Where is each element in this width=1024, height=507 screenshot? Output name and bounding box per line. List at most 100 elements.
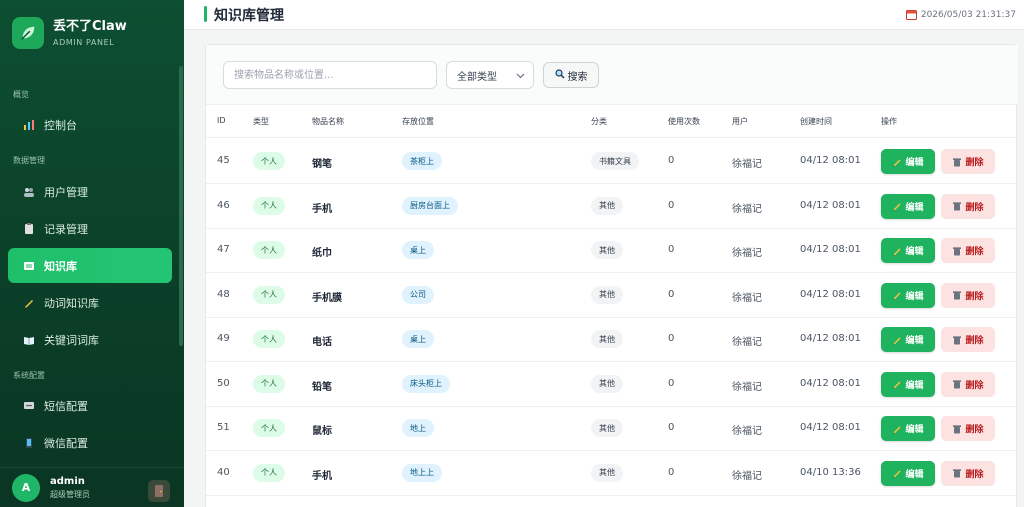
category-badge: 其他 [591, 463, 623, 482]
users-icon [22, 185, 36, 199]
cell-item-name: 手机膜 [312, 292, 342, 304]
delete-button[interactable]: 删除 [941, 416, 995, 441]
clipboard-icon [22, 222, 36, 236]
pencil-icon [892, 424, 902, 434]
sidebar-item-records[interactable]: 记录管理 [8, 211, 172, 246]
title-accent-bar [204, 6, 207, 22]
cell-uses: 0 [668, 377, 675, 389]
pencil-icon [892, 468, 902, 478]
table-row: 47 个人 纸巾 桌上 其他 0 徐福记 04/12 08:01 编辑 删除 [206, 228, 1018, 273]
location-badge: 茶柜上 [402, 152, 442, 170]
cell-id: 40 [217, 466, 230, 478]
cell-item-name: 鼠标 [312, 426, 332, 437]
cell-user: 徐福记 [732, 248, 762, 259]
pencil-icon [892, 201, 902, 211]
pencil-icon [892, 335, 902, 345]
col-actions: 操作 [881, 117, 897, 126]
type-badge: 个人 [253, 152, 285, 170]
cell-created: 04/12 08:01 [800, 199, 861, 211]
col-created: 创建时间 [800, 117, 832, 126]
delete-button[interactable]: 删除 [941, 193, 995, 219]
col-category: 分类 [591, 117, 607, 126]
type-badge: 个人 [253, 196, 285, 215]
pencil-icon [892, 246, 902, 256]
trash-icon [952, 468, 962, 478]
cell-user: 徐福记 [732, 381, 762, 393]
cell-id: 46 [217, 199, 230, 211]
sidebar-item-wechat[interactable]: 微信配置 [8, 425, 172, 460]
edit-button[interactable]: 编辑 [881, 460, 935, 486]
category-badge: 其他 [591, 196, 623, 215]
sidebar-item-label: 用户管理 [44, 185, 88, 199]
knowledge-panel: 全部类型 搜索 ID 类型 物品名称 存放位置 分类 使用次数 用户 创建时间 … [205, 44, 1018, 507]
door-icon [154, 482, 164, 501]
cell-uses: 0 [668, 244, 675, 255]
edit-label: 编辑 [905, 291, 924, 302]
sidebar: 丢不了Claw ADMIN PANEL 概览 控制台 数据管理 用户管理 记录管… [0, 0, 184, 507]
delete-label: 删除 [965, 469, 984, 480]
cell-user: 徐福记 [732, 203, 762, 215]
table-row: 49 个人 电话 桌上 其他 0 徐福记 04/12 08:01 编辑 删除 [206, 317, 1018, 362]
edit-button[interactable]: 编辑 [881, 193, 935, 219]
edit-button[interactable]: 编辑 [881, 327, 935, 352]
edit-button[interactable]: 编辑 [881, 149, 935, 174]
cell-uses: 0 [668, 333, 675, 344]
logout-button[interactable] [148, 480, 170, 502]
sidebar-item-users[interactable]: 用户管理 [8, 174, 172, 209]
type-badge: 个人 [253, 330, 285, 348]
sidebar-item-knowledge[interactable]: 知识库 [8, 248, 172, 283]
search-button[interactable]: 搜索 [543, 62, 599, 88]
delete-label: 删除 [965, 247, 984, 257]
location-badge: 床头柜上 [402, 374, 450, 393]
edit-button[interactable]: 编辑 [881, 371, 935, 397]
delete-label: 删除 [965, 202, 984, 213]
filter-toolbar: 全部类型 搜索 [206, 45, 1018, 105]
location-badge: 桌上 [402, 241, 434, 259]
book-icon [22, 259, 36, 273]
cell-id: 47 [217, 244, 230, 255]
delete-button[interactable]: 删除 [941, 149, 995, 174]
cell-item-name: 纸巾 [312, 248, 332, 259]
cell-created: 04/12 08:01 [800, 288, 861, 300]
datetime-display: 2026/05/03 21:31:37 [905, 9, 1016, 20]
sidebar-item-keywords[interactable]: 关键词词库 [8, 322, 172, 357]
sidebar-item-sms[interactable]: 短信配置 [8, 388, 172, 423]
search-input[interactable] [223, 61, 437, 89]
delete-button[interactable]: 删除 [941, 460, 995, 486]
cell-user: 徐福记 [732, 292, 762, 304]
delete-button[interactable]: 删除 [941, 282, 995, 308]
sidebar-item-verb-knowledge[interactable]: 动词知识库 [8, 285, 172, 320]
cell-id: 50 [217, 377, 230, 389]
sidebar-item-label: 知识库 [44, 259, 77, 273]
cell-created: 04/12 08:01 [800, 244, 861, 255]
user-profile: A admin 超级管理员 [0, 467, 184, 507]
pencil-icon [22, 296, 36, 310]
trash-icon [952, 290, 962, 300]
delete-button[interactable]: 删除 [941, 238, 995, 263]
cell-item-name: 手机 [312, 203, 332, 215]
edit-button[interactable]: 编辑 [881, 416, 935, 441]
table-row: 50 个人 铅笔 床头柜上 其他 0 徐福记 04/12 08:01 编辑 删除 [206, 362, 1018, 407]
category-badge: 其他 [591, 285, 623, 304]
avatar: A [12, 473, 40, 502]
sidebar-item-label: 控制台 [44, 118, 77, 132]
section-data: 数据管理 [13, 156, 45, 165]
delete-label: 删除 [965, 158, 984, 168]
delete-button[interactable]: 删除 [941, 327, 995, 352]
edit-button[interactable]: 编辑 [881, 238, 935, 263]
delete-button[interactable]: 删除 [941, 371, 995, 397]
cell-created: 04/12 08:01 [800, 155, 861, 166]
category-badge: 其他 [591, 330, 623, 348]
sidebar-scrollbar[interactable] [179, 66, 183, 346]
sidebar-item-dashboard[interactable]: 控制台 [8, 107, 172, 142]
edit-button[interactable]: 编辑 [881, 282, 935, 308]
edit-label: 编辑 [905, 425, 924, 435]
leaf-logo-icon [12, 17, 44, 49]
location-badge: 地上上 [402, 463, 442, 482]
cell-id: 48 [217, 288, 230, 300]
table-row: 48 个人 手机膜 公司 其他 0 徐福记 04/12 08:01 编辑 删除 [206, 273, 1018, 318]
location-badge: 桌上 [402, 330, 434, 348]
cell-user: 徐福记 [732, 470, 762, 482]
cell-item-name: 电话 [312, 337, 332, 348]
type-select[interactable]: 全部类型 [446, 61, 534, 89]
